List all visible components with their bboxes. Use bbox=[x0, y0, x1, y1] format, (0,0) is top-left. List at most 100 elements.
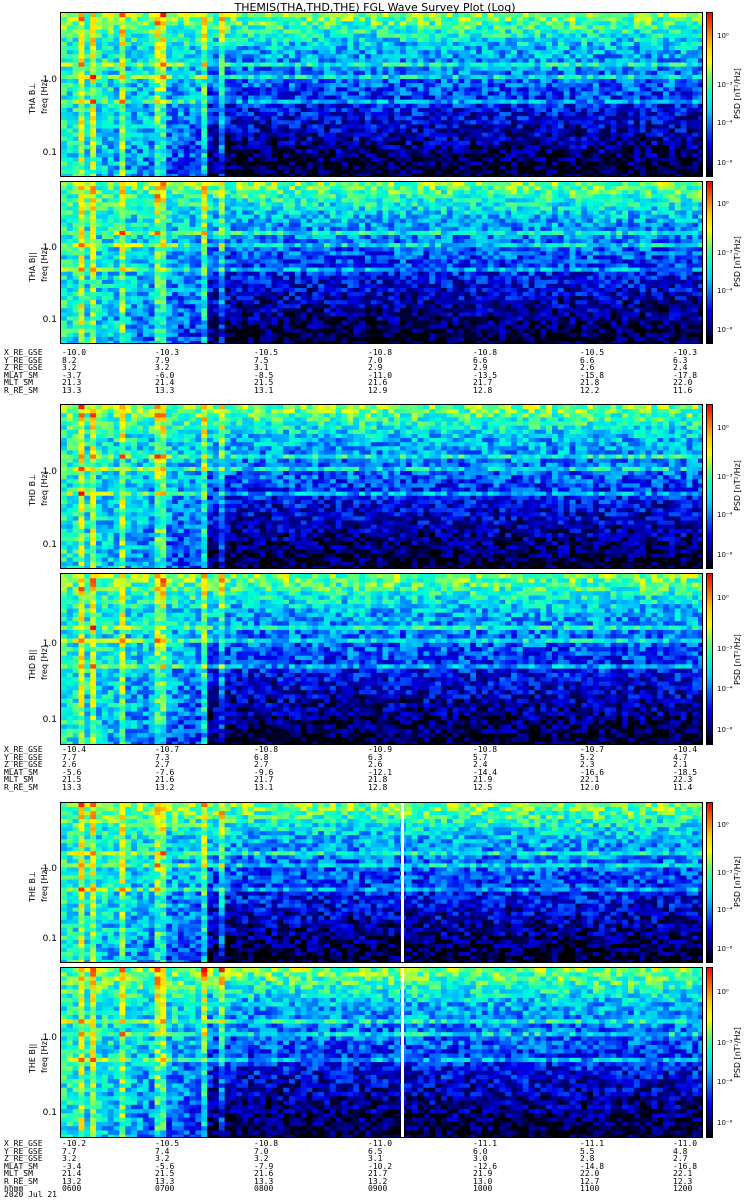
y-axis-probe-label: THA B|| bbox=[28, 252, 37, 282]
ephemeris-value: 13.1 bbox=[254, 783, 273, 792]
colorbar-tick-label: 10⁻⁴ bbox=[717, 119, 732, 127]
y-tick-label: 0.1 bbox=[31, 315, 57, 325]
y-axis-probe-label: THD B⊥ bbox=[28, 474, 37, 506]
ephemeris-value: 12.9 bbox=[368, 386, 387, 395]
spectrogram-panel-thd-perp bbox=[60, 404, 703, 569]
spectrogram-image bbox=[61, 968, 702, 1137]
y-tick-label: 1.0 bbox=[31, 75, 57, 85]
ephemeris-value: 0600 bbox=[62, 1185, 81, 1193]
data-gap bbox=[401, 803, 404, 962]
y-tick-label: 0.1 bbox=[31, 540, 57, 550]
ephemeris-value: 13.3 bbox=[155, 386, 174, 395]
colorbar-tick-label: 10⁻³ bbox=[717, 249, 732, 257]
colorbar-tick-label: 10⁻⁴ bbox=[717, 685, 732, 693]
ephemeris-value: 1200 bbox=[673, 1185, 692, 1193]
spectrogram-image bbox=[61, 182, 702, 343]
colorbar bbox=[706, 12, 713, 177]
colorbar-tick-label: 10⁻⁶ bbox=[717, 1119, 732, 1127]
colorbar bbox=[706, 967, 713, 1138]
ephemeris-value: 13.1 bbox=[254, 386, 273, 395]
ephemeris-row: R_RE_SM 13.3 13.3 13.1 12.9 12.8 12.2 11.6 bbox=[4, 386, 746, 395]
y-tick-label: 1.0 bbox=[31, 243, 57, 253]
ephemeris-value: 11.6 bbox=[673, 386, 692, 395]
ephemeris-value: 13.3 bbox=[62, 386, 81, 395]
ephemeris-value: 11.4 bbox=[673, 783, 692, 792]
spectrogram-panel-the-perp bbox=[60, 802, 703, 963]
colorbar-tick-label: 10⁻³ bbox=[717, 869, 732, 877]
spectrogram-panel-the-para bbox=[60, 967, 703, 1138]
ephemeris-row-label: R_RE_SM bbox=[4, 386, 38, 395]
colorbar-label: PSD [nT²/Hz] bbox=[733, 856, 742, 907]
ephemeris-value: 13.2 bbox=[155, 783, 174, 792]
ephemeris-value: 12.2 bbox=[580, 386, 599, 395]
colorbar-tick-label: 10⁻⁶ bbox=[717, 551, 732, 559]
colorbar-tick-label: 10⁻⁶ bbox=[717, 326, 732, 334]
ephemeris-value: 1100 bbox=[580, 1185, 599, 1193]
ephemeris-value: 0800 bbox=[254, 1185, 273, 1193]
y-axis-probe-label: THE B⊥ bbox=[28, 871, 37, 902]
y-axis-probe-label: THE B|| bbox=[28, 1044, 37, 1073]
spectrogram-image bbox=[61, 13, 702, 176]
ephemeris-value: 12.5 bbox=[473, 783, 492, 792]
spectrogram-image bbox=[61, 574, 702, 744]
colorbar-tick-label: 10⁰ bbox=[717, 424, 729, 432]
y-tick-label: 0.1 bbox=[31, 934, 57, 944]
colorbar-tick-label: 10⁻⁴ bbox=[717, 906, 732, 914]
colorbar-tick-label: 10⁻⁴ bbox=[717, 511, 732, 519]
colorbar-tick-label: 10⁻⁶ bbox=[717, 945, 732, 953]
colorbar bbox=[706, 181, 713, 344]
colorbar-tick-label: 10⁰ bbox=[717, 32, 729, 40]
ephemeris-value: 13.3 bbox=[62, 783, 81, 792]
colorbar-tick-label: 10⁻⁶ bbox=[717, 159, 732, 167]
colorbar-label: PSD [nT²/Hz] bbox=[733, 1027, 742, 1078]
ephemeris-value: 0700 bbox=[155, 1185, 174, 1193]
ephemeris-value: 12.0 bbox=[580, 783, 599, 792]
spectrogram-panel-tha-para bbox=[60, 181, 703, 344]
ephemeris-value: 0900 bbox=[368, 1185, 387, 1193]
y-axis-unit-label: freq [Hz] bbox=[40, 1038, 49, 1073]
ephemeris-table-tha: X_RE_GSE -10.0 -10.3 -10.5 -10.8 -10.8 -10.5 -1… bbox=[4, 349, 746, 394]
ephemeris-row: hhmm 0600 0700 0800 0900 1000 1100 1200 bbox=[4, 1185, 746, 1193]
y-tick-label: 0.1 bbox=[31, 148, 57, 158]
colorbar-tick-label: 10⁻³ bbox=[717, 1039, 732, 1047]
colorbar-label: PSD [nT²/Hz] bbox=[733, 68, 742, 119]
ephemeris-value: 12.8 bbox=[368, 783, 387, 792]
colorbar-tick-label: 10⁻³ bbox=[717, 473, 732, 481]
ephemeris-value: 1000 bbox=[473, 1185, 492, 1193]
colorbar-tick-label: 10⁻⁴ bbox=[717, 287, 732, 295]
spectrogram-image bbox=[61, 405, 702, 568]
colorbar-label: PSD [nT²/Hz] bbox=[733, 634, 742, 685]
colorbar bbox=[706, 404, 713, 569]
ephemeris-value: 12.8 bbox=[473, 386, 492, 395]
colorbar-label: PSD [nT²/Hz] bbox=[733, 236, 742, 287]
spectrogram-image bbox=[61, 803, 702, 962]
colorbar-label: PSD [nT²/Hz] bbox=[733, 460, 742, 511]
ephemeris-row: R_RE_SM 13.3 13.2 13.1 12.8 12.5 12.0 11.4 bbox=[4, 783, 746, 792]
spectrogram-panel-tha-perp bbox=[60, 12, 703, 177]
y-tick-label: 0.1 bbox=[31, 1108, 57, 1118]
colorbar-tick-label: 10⁰ bbox=[717, 821, 729, 829]
ephemeris-row-label: R_RE_SM bbox=[4, 783, 38, 792]
y-tick-label: 0.1 bbox=[31, 715, 57, 725]
y-tick-label: 1.0 bbox=[31, 639, 57, 649]
colorbar-tick-label: 10⁰ bbox=[717, 988, 729, 996]
date-label: 2020 Jul 21 bbox=[4, 1190, 57, 1199]
data-gap bbox=[401, 968, 404, 1137]
colorbar-tick-label: 10⁻⁴ bbox=[717, 1078, 732, 1086]
y-axis-unit-label: freq [Hz] bbox=[40, 645, 49, 680]
colorbar bbox=[706, 573, 713, 745]
ephemeris-table-thd: X_RE_GSE -10.4 -10.7 -10.8 -10.9 -10.8 -10.7 -1… bbox=[4, 746, 746, 791]
colorbar-tick-label: 10⁻³ bbox=[717, 81, 732, 89]
ephemeris-table-the: X_RE_GSE -10.2 -10.5 -10.8 -11.0 -11.1 -11.1 -1… bbox=[4, 1140, 746, 1193]
colorbar-tick-label: 10⁻³ bbox=[717, 645, 732, 653]
colorbar-tick-label: 10⁻⁶ bbox=[717, 726, 732, 734]
y-tick-label: 1.0 bbox=[31, 864, 57, 874]
y-axis-probe-label: THA B⊥ bbox=[28, 83, 37, 114]
y-tick-label: 1.0 bbox=[31, 467, 57, 477]
spectrogram-panel-thd-para bbox=[60, 573, 703, 745]
colorbar-tick-label: 10⁰ bbox=[717, 594, 729, 602]
colorbar bbox=[706, 802, 713, 963]
y-tick-label: 1.0 bbox=[31, 1033, 57, 1043]
y-axis-probe-label: THD B|| bbox=[28, 649, 37, 679]
colorbar-tick-label: 10⁰ bbox=[717, 200, 729, 208]
